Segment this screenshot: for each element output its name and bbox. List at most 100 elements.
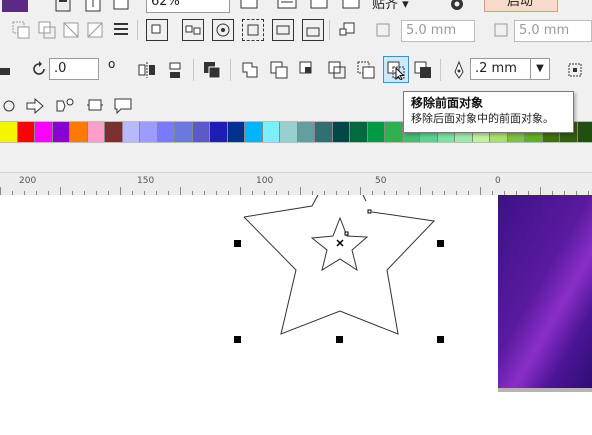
node-marker	[344, 231, 349, 236]
page-shadow	[498, 388, 592, 392]
front-minus-back-button[interactable]	[383, 56, 409, 83]
convert-to-curves-icon[interactable]	[564, 59, 586, 81]
ruler-tick	[540, 187, 541, 195]
mirror-horizontal-icon[interactable]	[136, 59, 158, 81]
ruler-tick	[240, 187, 241, 195]
outline-pen-icon[interactable]	[448, 59, 470, 81]
back-one-icon[interactable]	[84, 19, 106, 41]
color-swatch[interactable]	[227, 122, 245, 142]
color-swatch[interactable]	[577, 122, 592, 142]
color-swatch[interactable]	[52, 122, 70, 142]
lock-object-icon[interactable]	[272, 19, 294, 41]
rotate-icon[interactable]	[28, 58, 50, 80]
ruler-tick	[300, 187, 301, 195]
create-boundary-icon[interactable]	[412, 59, 434, 81]
callout-shape-icon[interactable]	[112, 95, 134, 117]
combine-icon[interactable]	[212, 19, 234, 41]
ruler-label: 50	[375, 176, 387, 186]
weld-icon[interactable]	[239, 59, 261, 81]
purple-background-image[interactable]	[498, 195, 592, 388]
back-minus-front-icon[interactable]	[355, 59, 377, 81]
full-screen-icon[interactable]	[238, 0, 260, 16]
nudge-icon[interactable]	[372, 19, 394, 41]
save-icon[interactable]	[52, 0, 74, 16]
horizontal-ruler[interactable]: 200 150 100 50 0	[0, 172, 592, 196]
color-swatch[interactable]	[297, 122, 315, 142]
color-swatch[interactable]	[210, 122, 228, 142]
launch-button[interactable]: 启动	[484, 0, 558, 12]
ruler-label: 100	[256, 176, 274, 186]
intersect-icon[interactable]	[297, 59, 319, 81]
guidelines-icon[interactable]	[340, 0, 362, 16]
tooltip-title: 移除前面对象	[411, 96, 484, 110]
nudge-x-field[interactable]: 5.0 mm	[401, 20, 475, 42]
lock-icon[interactable]	[0, 58, 16, 80]
color-swatch[interactable]	[105, 122, 123, 142]
color-swatch[interactable]	[0, 122, 18, 142]
color-swatch[interactable]	[17, 122, 35, 142]
standard-toolbar: 62% 贴齐 ▾ 启动 5.0 mm 5.0 mm	[0, 0, 592, 46]
degree-symbol: o	[108, 57, 116, 71]
color-swatch[interactable]	[122, 122, 140, 142]
banner-shape-icon[interactable]	[84, 95, 106, 117]
to-back-icon[interactable]	[36, 19, 58, 41]
tooltip-description: 移除后面对象中的前面对象。	[411, 112, 554, 125]
color-swatch[interactable]	[315, 122, 333, 142]
color-swatch[interactable]	[350, 122, 368, 142]
export-icon[interactable]	[82, 0, 104, 16]
color-swatch[interactable]	[262, 122, 280, 142]
grid-icon[interactable]	[308, 0, 330, 16]
color-swatch[interactable]	[175, 122, 193, 142]
color-swatch[interactable]	[332, 122, 350, 142]
node-marker	[367, 209, 372, 214]
align-distribute-icon[interactable]	[110, 19, 132, 41]
print-icon[interactable]	[110, 0, 132, 16]
color-swatch[interactable]	[87, 122, 105, 142]
color-swatch[interactable]	[157, 122, 175, 142]
color-swatch[interactable]	[280, 122, 298, 142]
to-front-icon[interactable]	[10, 19, 32, 41]
mirror-vertical-icon[interactable]	[165, 59, 187, 81]
unlock-object-icon[interactable]	[302, 19, 324, 41]
selection-handles[interactable]	[234, 240, 444, 343]
ruler-tick	[360, 187, 361, 195]
ungroup-icon[interactable]	[182, 19, 204, 41]
ruler-label: 150	[137, 176, 155, 186]
zoom-level-field[interactable]: 62%	[146, 0, 230, 13]
color-swatch[interactable]	[385, 122, 403, 142]
arc-icon[interactable]	[0, 95, 20, 117]
group-icon[interactable]	[146, 19, 168, 41]
ruler-tick	[180, 187, 181, 195]
break-apart-icon[interactable]	[242, 19, 264, 41]
tooltip: 移除前面对象 移除后面对象中的前面对象。	[403, 91, 574, 133]
color-swatch[interactable]	[367, 122, 385, 142]
rulers-icon[interactable]	[276, 0, 298, 16]
color-swatch[interactable]	[70, 122, 88, 142]
center-marker[interactable]	[336, 239, 344, 247]
forward-one-icon[interactable]	[60, 19, 82, 41]
rotation-angle-field[interactable]: .0	[49, 58, 99, 80]
color-swatch[interactable]	[192, 122, 210, 142]
property-bar: .0 o .2 mm ▼	[0, 45, 592, 94]
snap-to-dropdown[interactable]: 贴齐 ▾	[372, 0, 432, 12]
arrow-shape-icon[interactable]	[24, 95, 46, 117]
duplicate-distance-icon[interactable]	[490, 19, 512, 41]
color-swatch[interactable]	[140, 122, 158, 142]
nudge-y-field[interactable]: 5.0 mm	[514, 20, 592, 42]
outline-width-dropdown[interactable]: .2 mm ▼	[470, 58, 550, 80]
color-swatch[interactable]	[245, 122, 263, 142]
combine-shapes-icon[interactable]	[201, 59, 223, 81]
simplify-icon[interactable]	[326, 59, 348, 81]
transform-icon[interactable]	[336, 19, 358, 41]
ruler-label: 200	[19, 176, 37, 186]
ruler-label: 0	[495, 176, 501, 186]
outer-star-shape[interactable]	[243, 195, 436, 335]
trim-icon[interactable]	[268, 59, 290, 81]
flowchart-shape-icon[interactable]	[54, 95, 76, 117]
options-gear-icon[interactable]	[446, 0, 468, 16]
color-swatch[interactable]	[35, 122, 53, 142]
ruler-tick	[0, 187, 1, 195]
app-logo-icon	[2, 0, 28, 12]
ruler-tick	[60, 187, 61, 195]
ruler-tick	[420, 187, 421, 195]
